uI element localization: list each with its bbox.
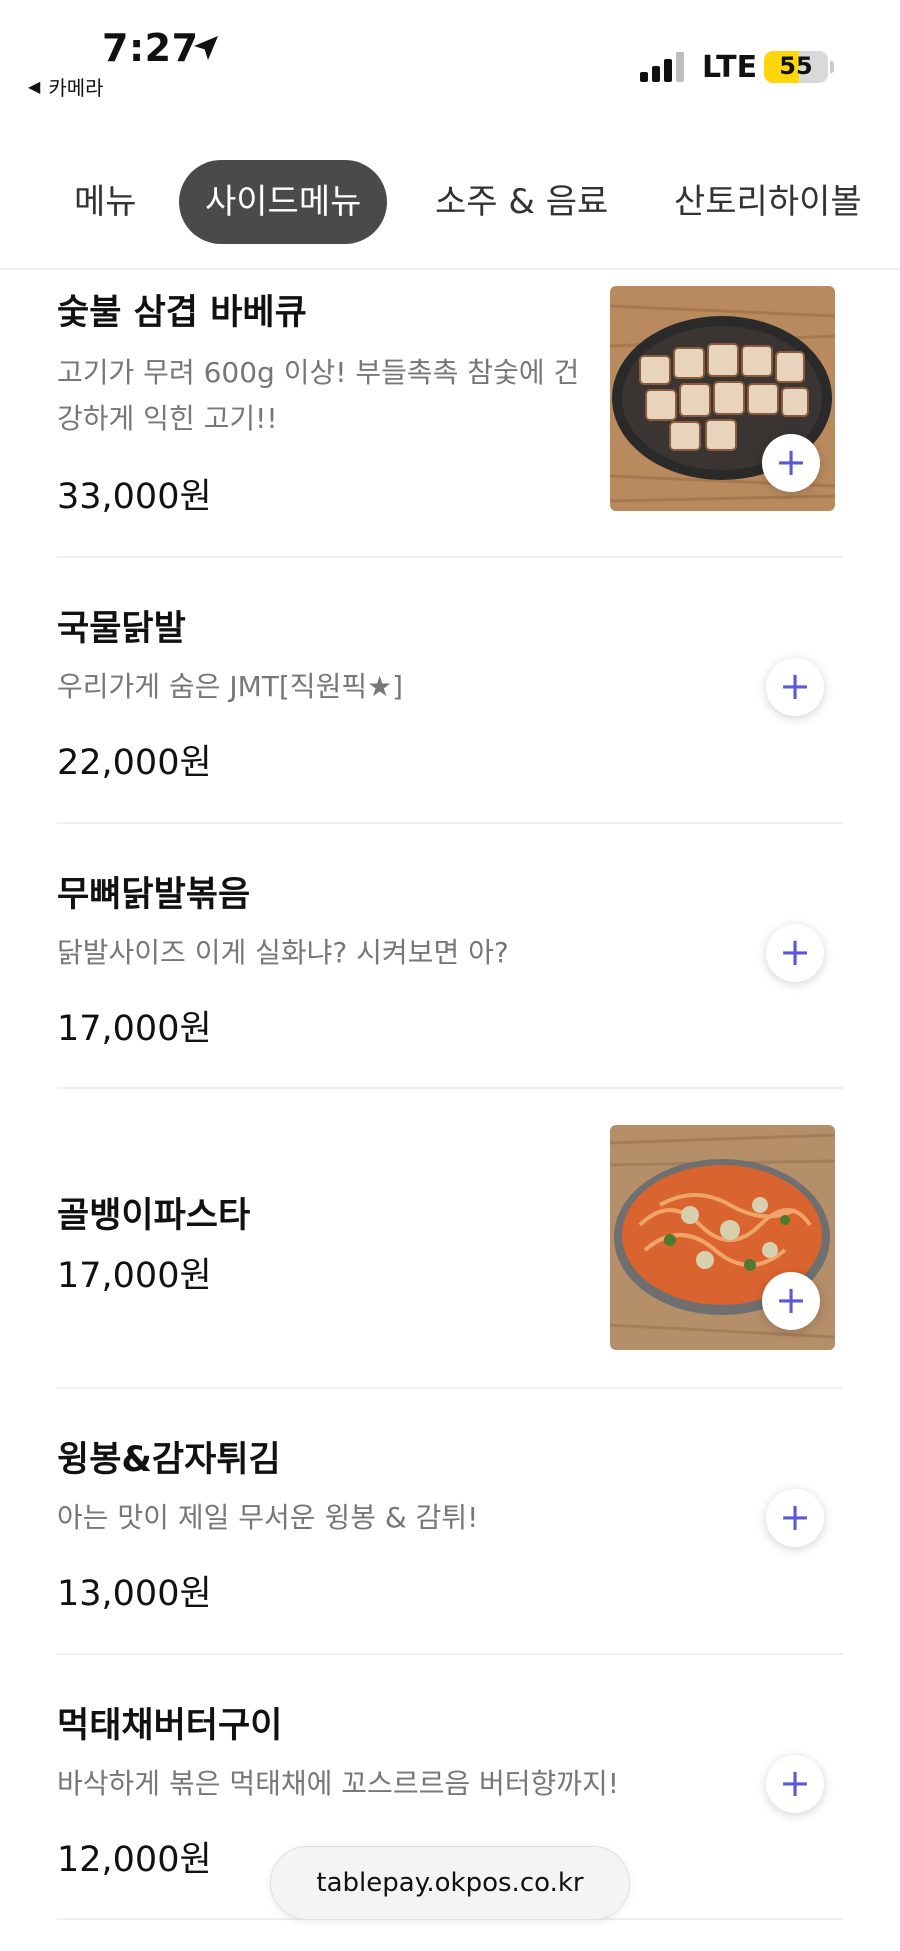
menu-item[interactable]: 국물닭발 우리가게 숨은 JMT[직원픽★] 22,000원 + bbox=[0, 558, 900, 822]
status-bar: 7:27 ◀ 카메라 LTE 55 bbox=[0, 0, 900, 110]
add-to-cart-button[interactable]: + bbox=[762, 434, 820, 492]
tab-side-menu[interactable]: 사이드메뉴 bbox=[179, 160, 388, 244]
item-description: 고기가 무려 600g 이상! 부들촉촉 참숯에 건강하게 익힌 고기!! bbox=[57, 356, 580, 435]
item-price: 17,000원 bbox=[57, 1009, 212, 1049]
back-app-label: 카메라 bbox=[48, 76, 104, 100]
item-price: 13,000원 bbox=[57, 1574, 212, 1614]
status-time: 7:27 bbox=[102, 26, 199, 70]
menu-item[interactable]: 무뼈닭발볶음 닭발사이즈 이게 실화냐? 시켜보면 아? 17,000원 + bbox=[0, 824, 900, 1088]
item-name: 골뱅이파스타 bbox=[57, 1196, 251, 1236]
add-to-cart-button[interactable]: + bbox=[766, 1755, 824, 1813]
url-bar[interactable]: tablepay.okpos.co.kr bbox=[270, 1846, 630, 1920]
location-arrow-icon bbox=[194, 36, 218, 60]
item-price: 12,000원 bbox=[57, 1840, 212, 1880]
item-price: 17,000원 bbox=[57, 1256, 212, 1296]
menu-item[interactable]: 윙봉&감자튀김 아는 맛이 제일 무서운 윙봉 & 감튀! 13,000원 + bbox=[0, 1389, 900, 1653]
cellular-signal-icon bbox=[640, 52, 686, 82]
network-type: LTE bbox=[702, 50, 758, 85]
add-to-cart-button[interactable]: + bbox=[766, 658, 824, 716]
item-price: 22,000원 bbox=[57, 743, 212, 783]
tabs-divider bbox=[0, 268, 900, 270]
add-to-cart-button[interactable]: + bbox=[766, 1489, 824, 1547]
back-to-app-button[interactable]: ◀ 카메라 bbox=[28, 72, 104, 101]
tab-soju-drinks[interactable]: 소주 & 음료 bbox=[435, 160, 608, 244]
battery-cap bbox=[830, 61, 834, 73]
tab-suntory-highball[interactable]: 산토리하이볼 bbox=[674, 160, 862, 244]
item-description: 우리가게 숨은 JMT[직원픽★] bbox=[57, 670, 404, 703]
item-name: 먹태채버터구이 bbox=[57, 1706, 283, 1746]
add-to-cart-button[interactable]: + bbox=[766, 924, 824, 982]
item-name: 숯불 삼겹 바베큐 bbox=[57, 293, 307, 333]
tab-menu[interactable]: 메뉴 bbox=[74, 160, 137, 244]
menu-item[interactable]: 숯불 삼겹 바베큐 고기가 무려 600g 이상! 부들촉촉 참숯에 건강하게 … bbox=[0, 276, 900, 556]
menu-item[interactable]: 골뱅이파스타 17,000원 + bbox=[0, 1089, 900, 1387]
item-description: 바삭하게 볶은 먹태채에 꼬스르르음 버터향까지! bbox=[57, 1767, 620, 1800]
item-name: 국물닭발 bbox=[57, 609, 186, 649]
back-triangle-icon: ◀ bbox=[28, 77, 41, 96]
category-tabs: 메뉴 사이드메뉴 소주 & 음료 산토리하이볼 bbox=[0, 160, 900, 244]
battery-level: 55 bbox=[779, 52, 813, 80]
item-price: 33,000원 bbox=[57, 477, 212, 517]
add-to-cart-button[interactable]: + bbox=[762, 1272, 820, 1330]
item-description: 아는 맛이 제일 무서운 윙봉 & 감튀! bbox=[57, 1501, 479, 1534]
battery-icon: 55 bbox=[764, 51, 834, 83]
item-name: 윙봉&감자튀김 bbox=[57, 1440, 281, 1480]
item-description: 닭발사이즈 이게 실화냐? 시켜보면 아? bbox=[57, 936, 509, 969]
item-name: 무뼈닭발볶음 bbox=[57, 875, 251, 915]
